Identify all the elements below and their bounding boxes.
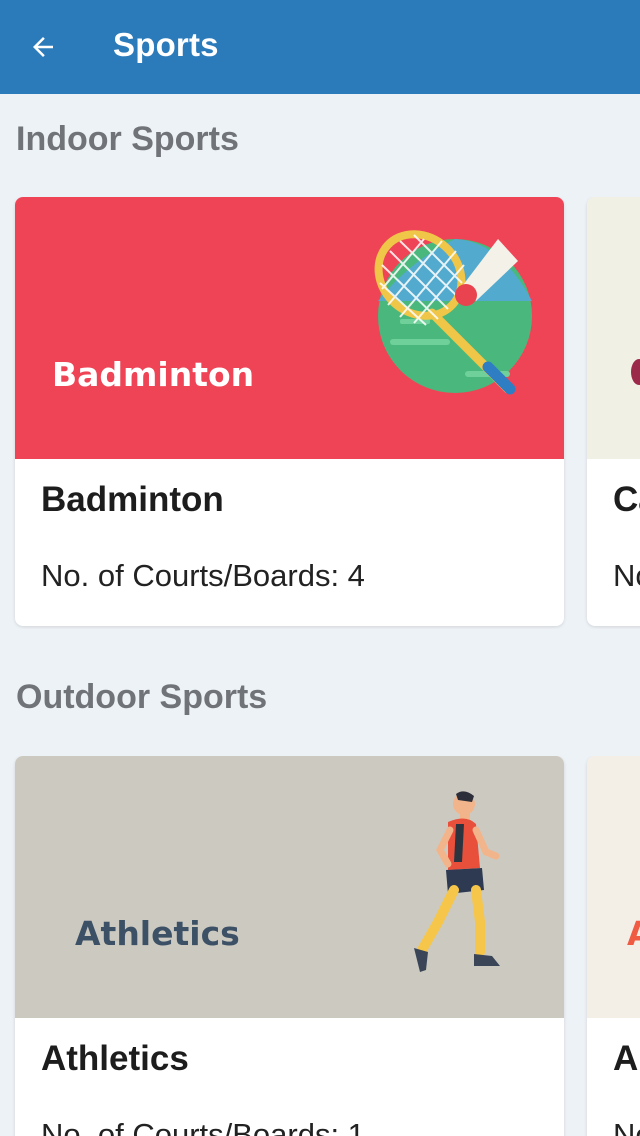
courts-count: No xyxy=(613,1117,640,1136)
indoor-sports-carousel[interactable]: Badminton Badminton No. of Courts/Boards… xyxy=(0,197,640,629)
sport-banner-badminton: Badminton xyxy=(15,197,564,459)
banner-label: Athletics xyxy=(75,914,240,953)
sport-banner-athletics: Athletics xyxy=(15,756,564,1018)
banner-label: Badminton xyxy=(52,355,255,394)
back-button[interactable] xyxy=(16,20,70,74)
sport-card-peek-indoor[interactable]: Ca No xyxy=(587,197,640,626)
arrow-left-icon xyxy=(33,37,53,57)
sport-banner-peek: A xyxy=(587,756,640,1018)
sport-name: Ca xyxy=(613,480,640,519)
courts-count: No xyxy=(613,558,640,593)
sport-card-athletics[interactable]: Athletics Athletics No. of Courts/Boards… xyxy=(15,756,564,1136)
section-title-outdoor: Outdoor Sports xyxy=(16,678,268,716)
section-title-indoor: Indoor Sports xyxy=(16,120,239,158)
courts-count: No. of Courts/Boards: 1 xyxy=(41,1117,365,1136)
sport-name: Badminton xyxy=(41,480,224,519)
sport-card-peek-outdoor[interactable]: A Ar No xyxy=(587,756,640,1136)
courts-count: No. of Courts/Boards: 4 xyxy=(41,558,365,593)
sport-name: Athletics xyxy=(41,1039,189,1078)
banner-label: A xyxy=(627,914,640,953)
app-bar: Sports xyxy=(0,0,640,94)
sport-card-badminton[interactable]: Badminton Badminton No. of Courts/Boards… xyxy=(15,197,564,626)
sport-banner-peek xyxy=(587,197,640,459)
page-title: Sports xyxy=(113,26,219,63)
sport-name: Ar xyxy=(613,1039,640,1078)
running-man-icon xyxy=(414,791,500,972)
badminton-racket-shuttlecock-icon xyxy=(374,230,532,395)
outdoor-sports-carousel[interactable]: Athletics Athletics No. of Courts/Boards… xyxy=(0,756,640,1136)
banner-decoration xyxy=(631,359,640,385)
